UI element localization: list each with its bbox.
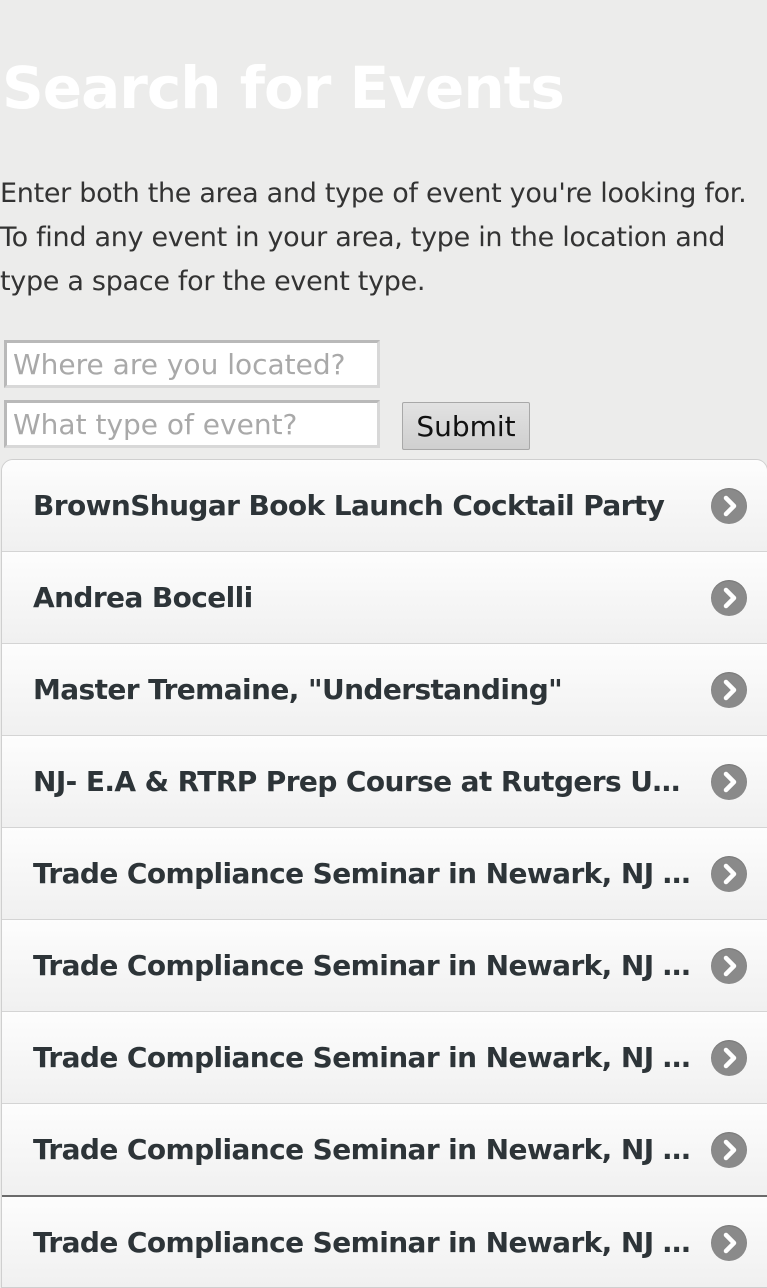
chevron-right-circle-icon	[711, 856, 747, 892]
location-input[interactable]	[4, 340, 380, 388]
event-title: Master Tremaine, "Understanding"	[33, 673, 563, 706]
event-title: Trade Compliance Seminar in Newark, NJ '…	[33, 857, 691, 890]
event-list-item[interactable]: Trade Compliance Seminar in Newark, NJ '…	[2, 1195, 767, 1287]
event-title: Trade Compliance Seminar in Newark, NJ '…	[33, 1226, 691, 1259]
chevron-right-circle-icon	[711, 488, 747, 524]
submit-button[interactable]: Submit	[402, 402, 530, 450]
event-title: NJ- E.A & RTRP Prep Course at Rutgers Un…	[33, 765, 691, 798]
event-type-input[interactable]	[4, 400, 380, 448]
chevron-right-circle-icon	[711, 580, 747, 616]
chevron-right-circle-icon	[711, 1040, 747, 1076]
intro-text: Enter both the area and type of event yo…	[0, 178, 747, 297]
event-list-item[interactable]: BrownShugar Book Launch Cocktail Party	[2, 460, 767, 551]
chevron-right-circle-icon	[711, 1132, 747, 1168]
event-title: Trade Compliance Seminar in Newark, NJ '…	[33, 1133, 691, 1166]
chevron-right-circle-icon	[711, 672, 747, 708]
event-title: Trade Compliance Seminar in Newark, NJ '…	[33, 949, 691, 982]
event-list-item[interactable]: Trade Compliance Seminar in Newark, NJ '…	[2, 1011, 767, 1103]
chevron-right-circle-icon	[711, 948, 747, 984]
event-list-item[interactable]: Trade Compliance Seminar in Newark, NJ '…	[2, 919, 767, 1011]
page-title: Search for Events	[2, 54, 565, 122]
event-list-item[interactable]: Master Tremaine, "Understanding"	[2, 643, 767, 735]
event-list-item[interactable]: Andrea Bocelli	[2, 551, 767, 643]
event-title: Trade Compliance Seminar in Newark, NJ '…	[33, 1041, 691, 1074]
event-list-item[interactable]: Trade Compliance Seminar in Newark, NJ '…	[2, 827, 767, 919]
event-title: BrownShugar Book Launch Cocktail Party	[33, 489, 665, 522]
chevron-right-circle-icon	[711, 764, 747, 800]
event-title: Andrea Bocelli	[33, 581, 253, 614]
event-list: BrownShugar Book Launch Cocktail Party A…	[1, 459, 767, 1288]
chevron-right-circle-icon	[711, 1225, 747, 1261]
event-list-item[interactable]: Trade Compliance Seminar in Newark, NJ '…	[2, 1103, 767, 1195]
event-list-item[interactable]: NJ- E.A & RTRP Prep Course at Rutgers Un…	[2, 735, 767, 827]
